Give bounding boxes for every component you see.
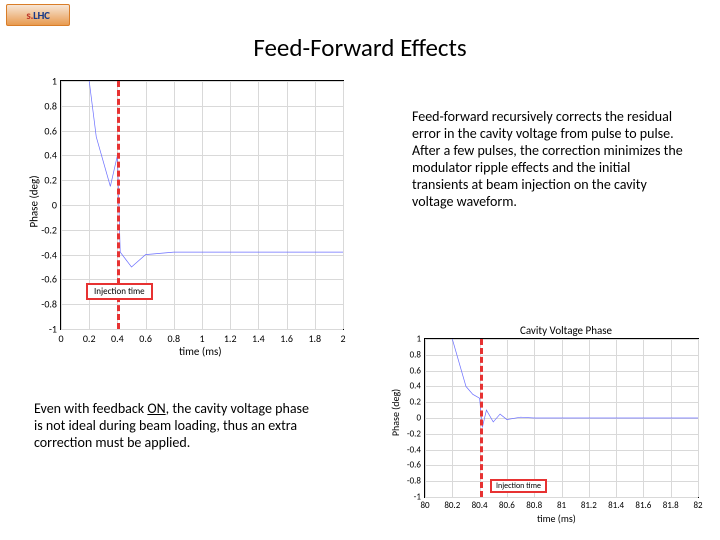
chart2-xtick: 81.8 (663, 497, 679, 511)
chart2-injection-label: Injection time (490, 479, 547, 493)
chart1-xtick: 1 (199, 329, 204, 345)
chart1-ytick: 0.2 (44, 174, 61, 187)
chart1-xtick: 1.4 (252, 329, 265, 345)
chart-cavity-voltage-phase-zoom: Cavity Voltage Phase 1 0.8 0.6 0.4 0.2 0… (392, 326, 708, 526)
chart1-ytick: -0.4 (41, 248, 61, 261)
chart2-xtick: 81 (557, 497, 566, 511)
chart1-xtick: 0.2 (83, 329, 96, 345)
chart1-injection-label: Injection time (86, 283, 153, 300)
chart2-ytick: -0.6 (407, 460, 425, 471)
chart2-ytick: 0.4 (410, 381, 425, 392)
description-paragraph-1: Feed-forward recursively corrects the re… (412, 108, 688, 210)
chart1-xtick: 0.8 (167, 329, 180, 345)
chart1-ytick: 0 (52, 199, 61, 212)
chart1-xtick: 0.6 (139, 329, 152, 345)
chart2-ytick: -0.2 (407, 428, 425, 439)
chart1-xtick: 2 (340, 329, 345, 345)
chart1-ytick: 0.6 (44, 124, 61, 137)
chart2-xtick: 81.2 (581, 497, 597, 511)
chart-cavity-voltage-phase-full: Cavity Voltage Phase 1 0.8 0.6 0.4 0.2 0… (24, 80, 354, 358)
chart1-ytick: 1 (52, 75, 61, 88)
chart1-xtick: 0 (58, 329, 63, 345)
chart1-ytick: -0.8 (41, 298, 61, 311)
chart1-xtick: 1.6 (280, 329, 293, 345)
chart2-title: Cavity Voltage Phase (424, 324, 708, 337)
slhc-logo: s.LHC (6, 4, 70, 26)
chart1-xlabel: time (ms) (179, 345, 222, 358)
chart1-ytick: -0.2 (41, 223, 61, 236)
description-paragraph-2: Even with feedback ON, the cavity voltag… (34, 400, 310, 451)
chart1-xtick: 0.4 (111, 329, 124, 345)
chart1-xtick: 1.8 (308, 329, 321, 345)
chart2-xtick: 81.4 (608, 497, 624, 511)
chart1-ytick: -0.6 (41, 273, 61, 286)
chart2-xtick: 80.4 (472, 497, 488, 511)
chart2-trace (425, 339, 698, 497)
chart2-injection-line (480, 339, 483, 497)
chart1-ytick: 0.4 (44, 149, 61, 162)
chart2-xtick: 80.6 (499, 497, 515, 511)
chart2-ytick: 0.6 (410, 365, 425, 376)
chart2-ytick: 0.2 (410, 397, 425, 408)
chart2-plot-area: 1 0.8 0.6 0.4 0.2 0 -0.2 -0.4 -0.6 -0.8 … (424, 338, 699, 498)
chart2-xlabel: time (ms) (537, 512, 576, 525)
chart2-ytick: 0 (416, 413, 425, 424)
slide-title: Feed-Forward Effects (0, 32, 720, 63)
chart1-ytick: 0.8 (44, 99, 61, 112)
chart2-xtick: 80.8 (526, 497, 542, 511)
chart2-ylabel: Phase (deg) (389, 389, 402, 436)
chart1-xtick: 1.2 (224, 329, 237, 345)
chart2-xtick: 80.2 (444, 497, 460, 511)
para2-part-a: Even with feedback (34, 400, 147, 417)
chart2-ytick: 0.8 (410, 349, 425, 360)
chart2-xtick: 82 (693, 497, 702, 511)
chart2-xtick: 80 (420, 497, 429, 511)
chart1-ylabel: Phase (deg) (28, 175, 41, 227)
para2-on: ON (147, 400, 165, 417)
chart1-plot-area: 1 0.8 0.6 0.4 0.2 0 -0.2 -0.4 -0.6 -0.8 … (60, 80, 344, 330)
chart2-ytick: -0.4 (407, 444, 425, 455)
chart2-ytick: 1 (416, 334, 425, 345)
chart2-ytick: -0.8 (407, 476, 425, 487)
chart2-xtick: 81.6 (635, 497, 651, 511)
